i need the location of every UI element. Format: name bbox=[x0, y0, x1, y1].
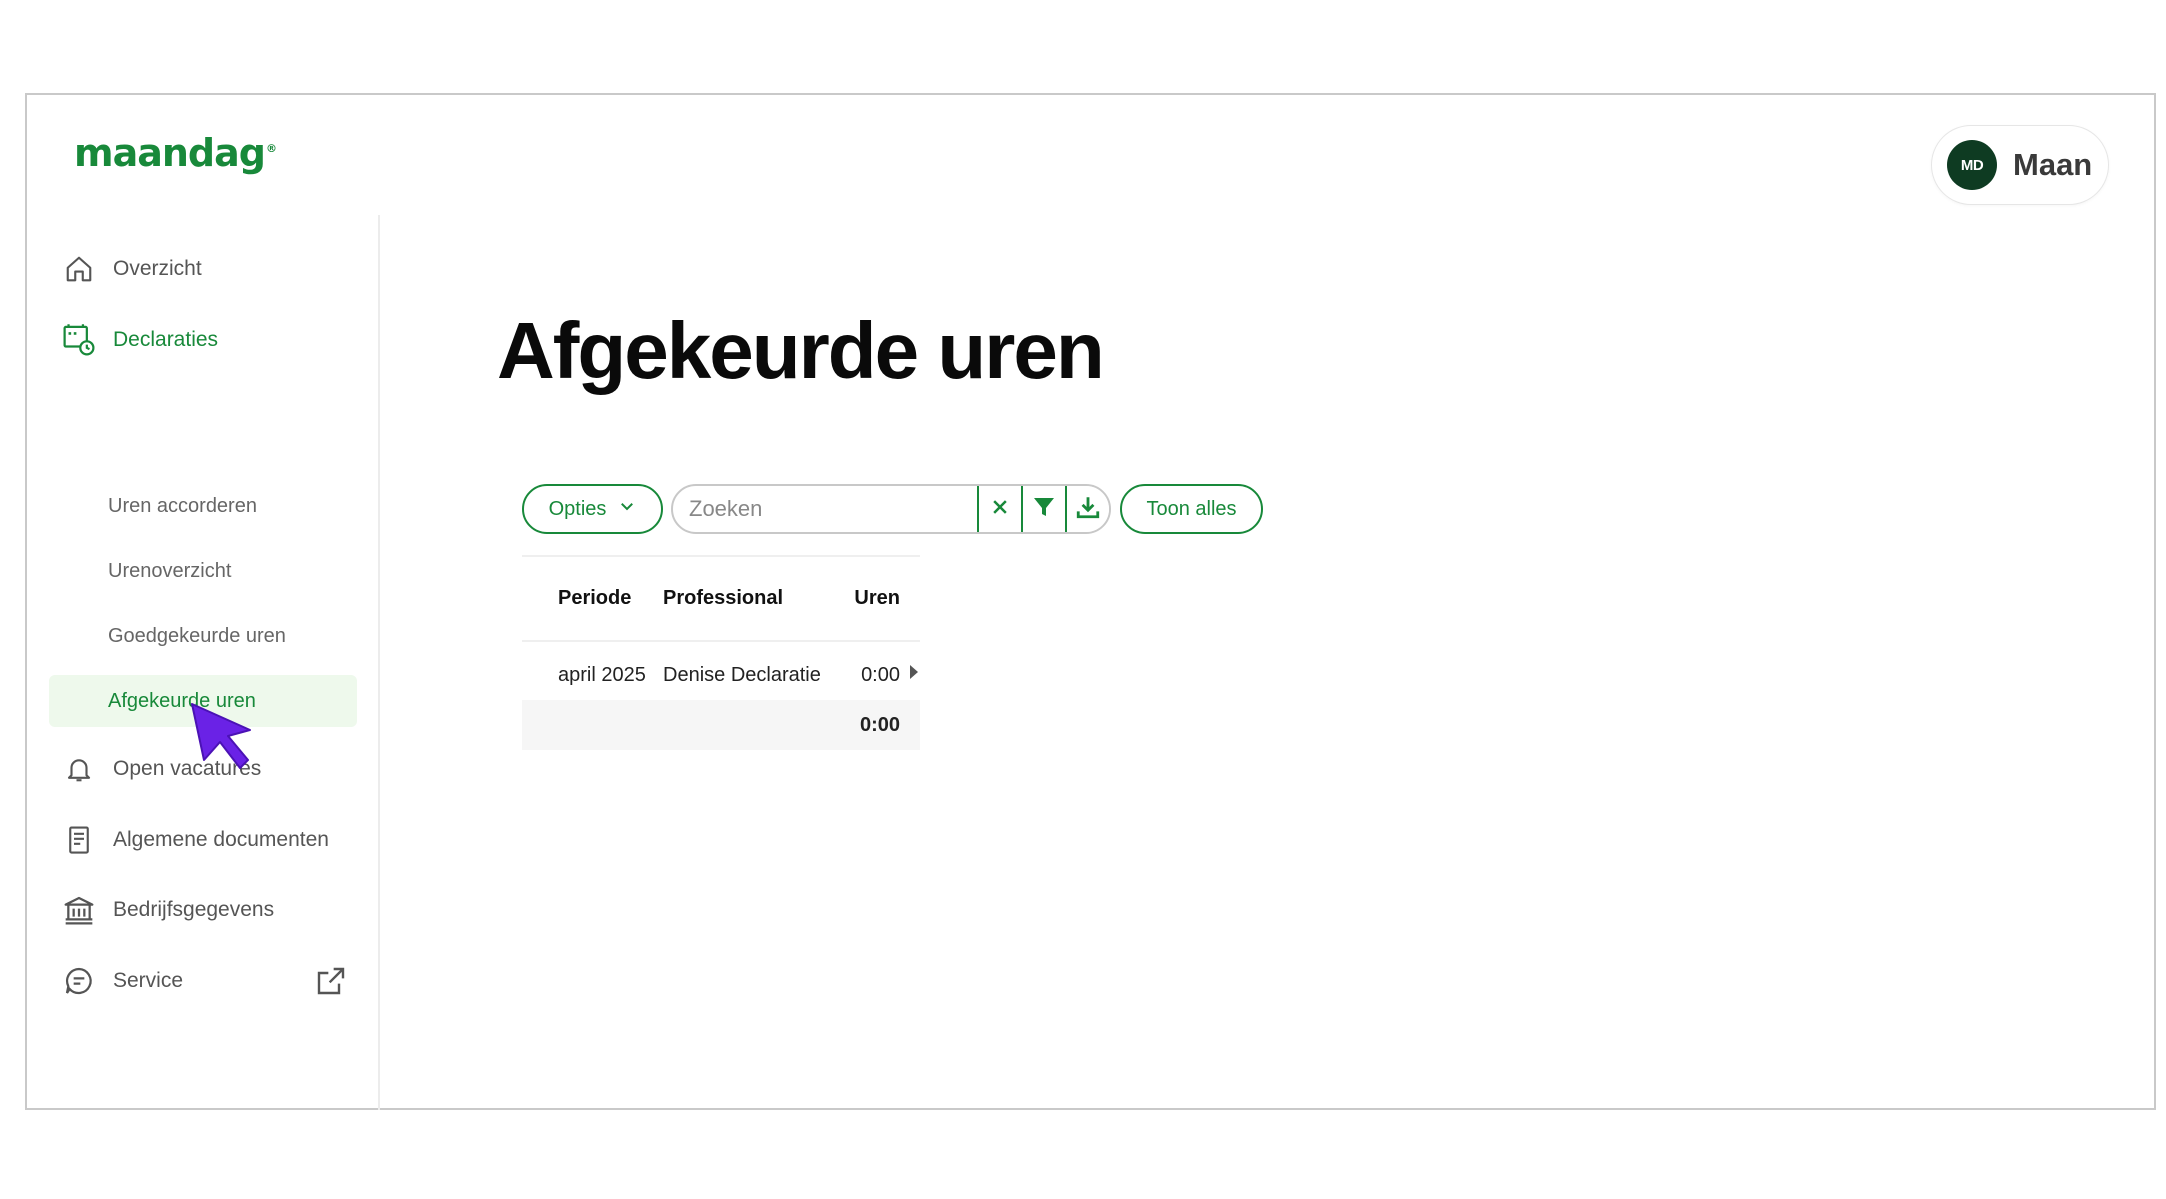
sidebar-item-uren-accorderen[interactable]: Uren accorderen bbox=[47, 480, 367, 532]
close-icon bbox=[990, 497, 1010, 522]
opties-button[interactable]: Opties bbox=[522, 484, 663, 534]
column-header-periode[interactable]: Periode bbox=[522, 587, 663, 610]
column-header-professional[interactable]: Professional bbox=[663, 587, 834, 610]
document-icon bbox=[62, 823, 96, 857]
sidebar-item-service[interactable]: Service bbox=[47, 955, 367, 1007]
logo-registered-mark: ® bbox=[265, 142, 277, 156]
filter-button[interactable] bbox=[1021, 486, 1065, 532]
table-row[interactable]: april 2025 Denise Declaratie 0:00 bbox=[522, 650, 920, 700]
total-uren: 0:00 bbox=[859, 713, 900, 736]
bell-icon bbox=[62, 752, 96, 786]
chat-icon bbox=[62, 964, 96, 998]
search-group bbox=[671, 484, 1111, 534]
maandag-logo[interactable]: maandag® bbox=[74, 131, 277, 175]
home-icon bbox=[62, 252, 96, 286]
mouse-cursor-icon bbox=[191, 703, 251, 769]
sidebar-item-declaraties[interactable]: Declaraties bbox=[47, 314, 367, 366]
logo-text: maandag bbox=[74, 131, 266, 175]
sidebar-item-goedgekeurde-uren[interactable]: Goedgekeurde uren bbox=[47, 610, 367, 662]
sidebar-item-label: Urenoverzicht bbox=[108, 559, 232, 582]
expand-row-button[interactable] bbox=[900, 663, 920, 687]
page-title: Afgekeurde uren bbox=[497, 306, 1105, 395]
sidebar-item-label: Goedgekeurde uren bbox=[108, 624, 286, 647]
clear-search-button[interactable] bbox=[977, 486, 1021, 532]
cell-periode: april 2025 bbox=[558, 663, 646, 686]
cell-uren: 0:00 bbox=[861, 663, 900, 686]
opties-label: Opties bbox=[548, 497, 607, 520]
download-icon bbox=[1075, 494, 1101, 525]
toon-alles-button[interactable]: Toon alles bbox=[1120, 484, 1263, 534]
user-name: Maan bbox=[2013, 147, 2093, 182]
sidebar-item-urenoverzicht[interactable]: Urenoverzicht bbox=[47, 545, 367, 597]
user-menu[interactable]: MD Maan bbox=[1931, 125, 2109, 205]
avatar: MD bbox=[1947, 140, 1997, 190]
building-icon bbox=[62, 893, 96, 927]
caret-right-icon bbox=[908, 663, 920, 687]
sidebar-item-overzicht[interactable]: Overzicht bbox=[47, 243, 367, 295]
hours-table: Periode Professional Uren april 2025 Den… bbox=[522, 555, 920, 750]
sidebar-item-label: Bedrijfsgegevens bbox=[113, 898, 275, 921]
sidebar-item-algemene-documenten[interactable]: Algemene documenten bbox=[47, 814, 367, 866]
sidebar-item-label: Algemene documenten bbox=[113, 828, 329, 851]
external-link-icon[interactable] bbox=[315, 965, 347, 997]
sidebar-item-label: Service bbox=[113, 969, 184, 992]
calendar-clock-icon bbox=[62, 323, 96, 357]
chevron-down-icon bbox=[618, 497, 636, 521]
table-total-row: 0:00 bbox=[522, 700, 920, 750]
sidebar-item-label: Declaraties bbox=[113, 328, 219, 351]
sidebar-divider bbox=[378, 215, 380, 1110]
search-input[interactable] bbox=[673, 486, 977, 532]
download-button[interactable] bbox=[1065, 486, 1109, 532]
column-header-uren[interactable]: Uren bbox=[834, 587, 900, 610]
cell-professional: Denise Declaratie bbox=[663, 663, 821, 686]
filter-icon bbox=[1032, 495, 1056, 524]
app-window: maandag® MD Maan Overzicht Declaraties U… bbox=[25, 93, 2156, 1110]
table-spacer bbox=[522, 642, 920, 650]
table-header: Periode Professional Uren bbox=[522, 557, 920, 642]
sidebar-item-label: Uren accorderen bbox=[108, 494, 257, 517]
sidebar-item-bedrijfsgegevens[interactable]: Bedrijfsgegevens bbox=[47, 884, 367, 936]
sidebar-item-label: Overzicht bbox=[113, 257, 202, 280]
